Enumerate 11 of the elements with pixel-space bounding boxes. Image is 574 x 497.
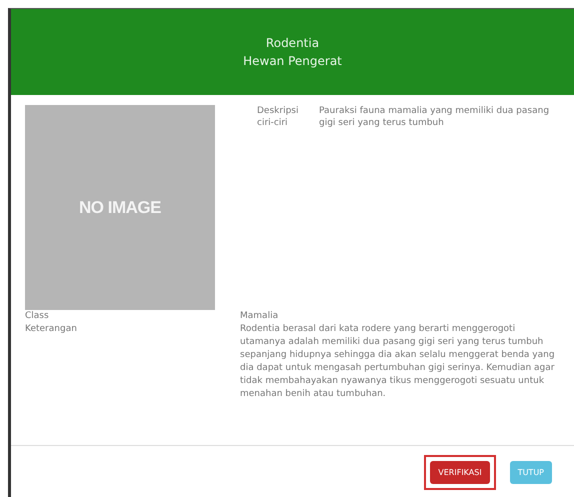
verify-button[interactable]: VERIFIKASI — [430, 460, 490, 484]
field-value: Rodentia berasal dari kata rodere yang berarti menggerogoti utamanya adalah memiliki dua pasang gigi seri yang terus tumbuh sepanjang hidupnya sehingga dia akan selalu menggerat benda yang dia dapat untuk mengasah pertumbuhan gigi serinya. Kemudian agar tidak membahayakan nyawanya tikus menggerogoti sesuatu untuk menahan benih atau tumbuhan. — [240, 323, 556, 402]
placeholder-text: NO IMAGE — [79, 198, 161, 218]
field-value: Pauraksi fauna mamalia yang memiliki dua pasang gigi seri yang terus tumbuh — [319, 105, 550, 130]
modal-subtitle: Hewan Pengerat — [243, 54, 342, 68]
field-value: Mamalia — [240, 310, 280, 323]
field-label: Deskripsi — [257, 105, 300, 118]
modal-title: Rodentia — [266, 36, 320, 50]
field-label: Class — [25, 310, 50, 323]
field-label: ciri-ciri — [257, 117, 289, 130]
field-label: Keterangan — [25, 323, 78, 336]
